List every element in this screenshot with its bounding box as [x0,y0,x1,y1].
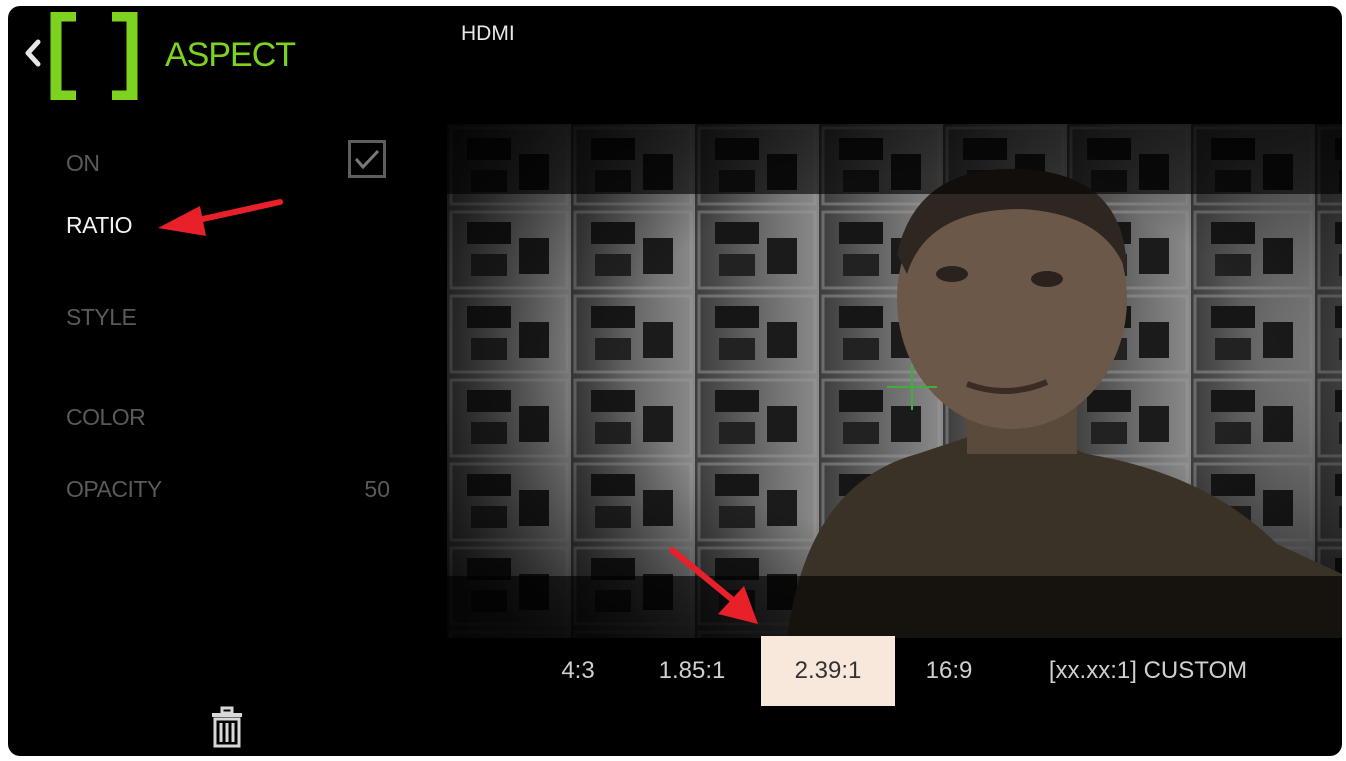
opacity-value: 50 [364,476,390,502]
app-title: ASPECT [165,36,296,74]
app-screen: ASPECT HDMI ON RATIO STYLE COLOR OPACITY… [8,6,1342,756]
ratio-option-1-85[interactable]: 1.85:1 [636,636,748,706]
menu-item-on[interactable]: ON [66,150,100,177]
ratio-option-2-39[interactable]: 2.39:1 [761,636,895,706]
ratio-option-custom[interactable]: [xx.xx:1] CUSTOM [1018,636,1278,706]
bracket-frame-icon [50,10,138,102]
video-preview [447,124,1342,638]
trash-icon[interactable] [210,706,244,748]
chevron-left-icon[interactable] [20,36,46,70]
menu-item-opacity[interactable]: OPACITY [66,476,162,503]
ratio-option-16-9[interactable]: 16:9 [906,636,992,706]
ratio-option-4-3[interactable]: 4:3 [538,636,618,706]
menu-item-style[interactable]: STYLE [66,304,137,331]
video-source-label: HDMI [461,22,515,45]
on-checkbox[interactable] [348,140,386,178]
menu-item-color[interactable]: COLOR [66,404,146,431]
checkmark-icon [354,149,380,170]
menu-item-ratio[interactable]: RATIO [66,212,133,239]
